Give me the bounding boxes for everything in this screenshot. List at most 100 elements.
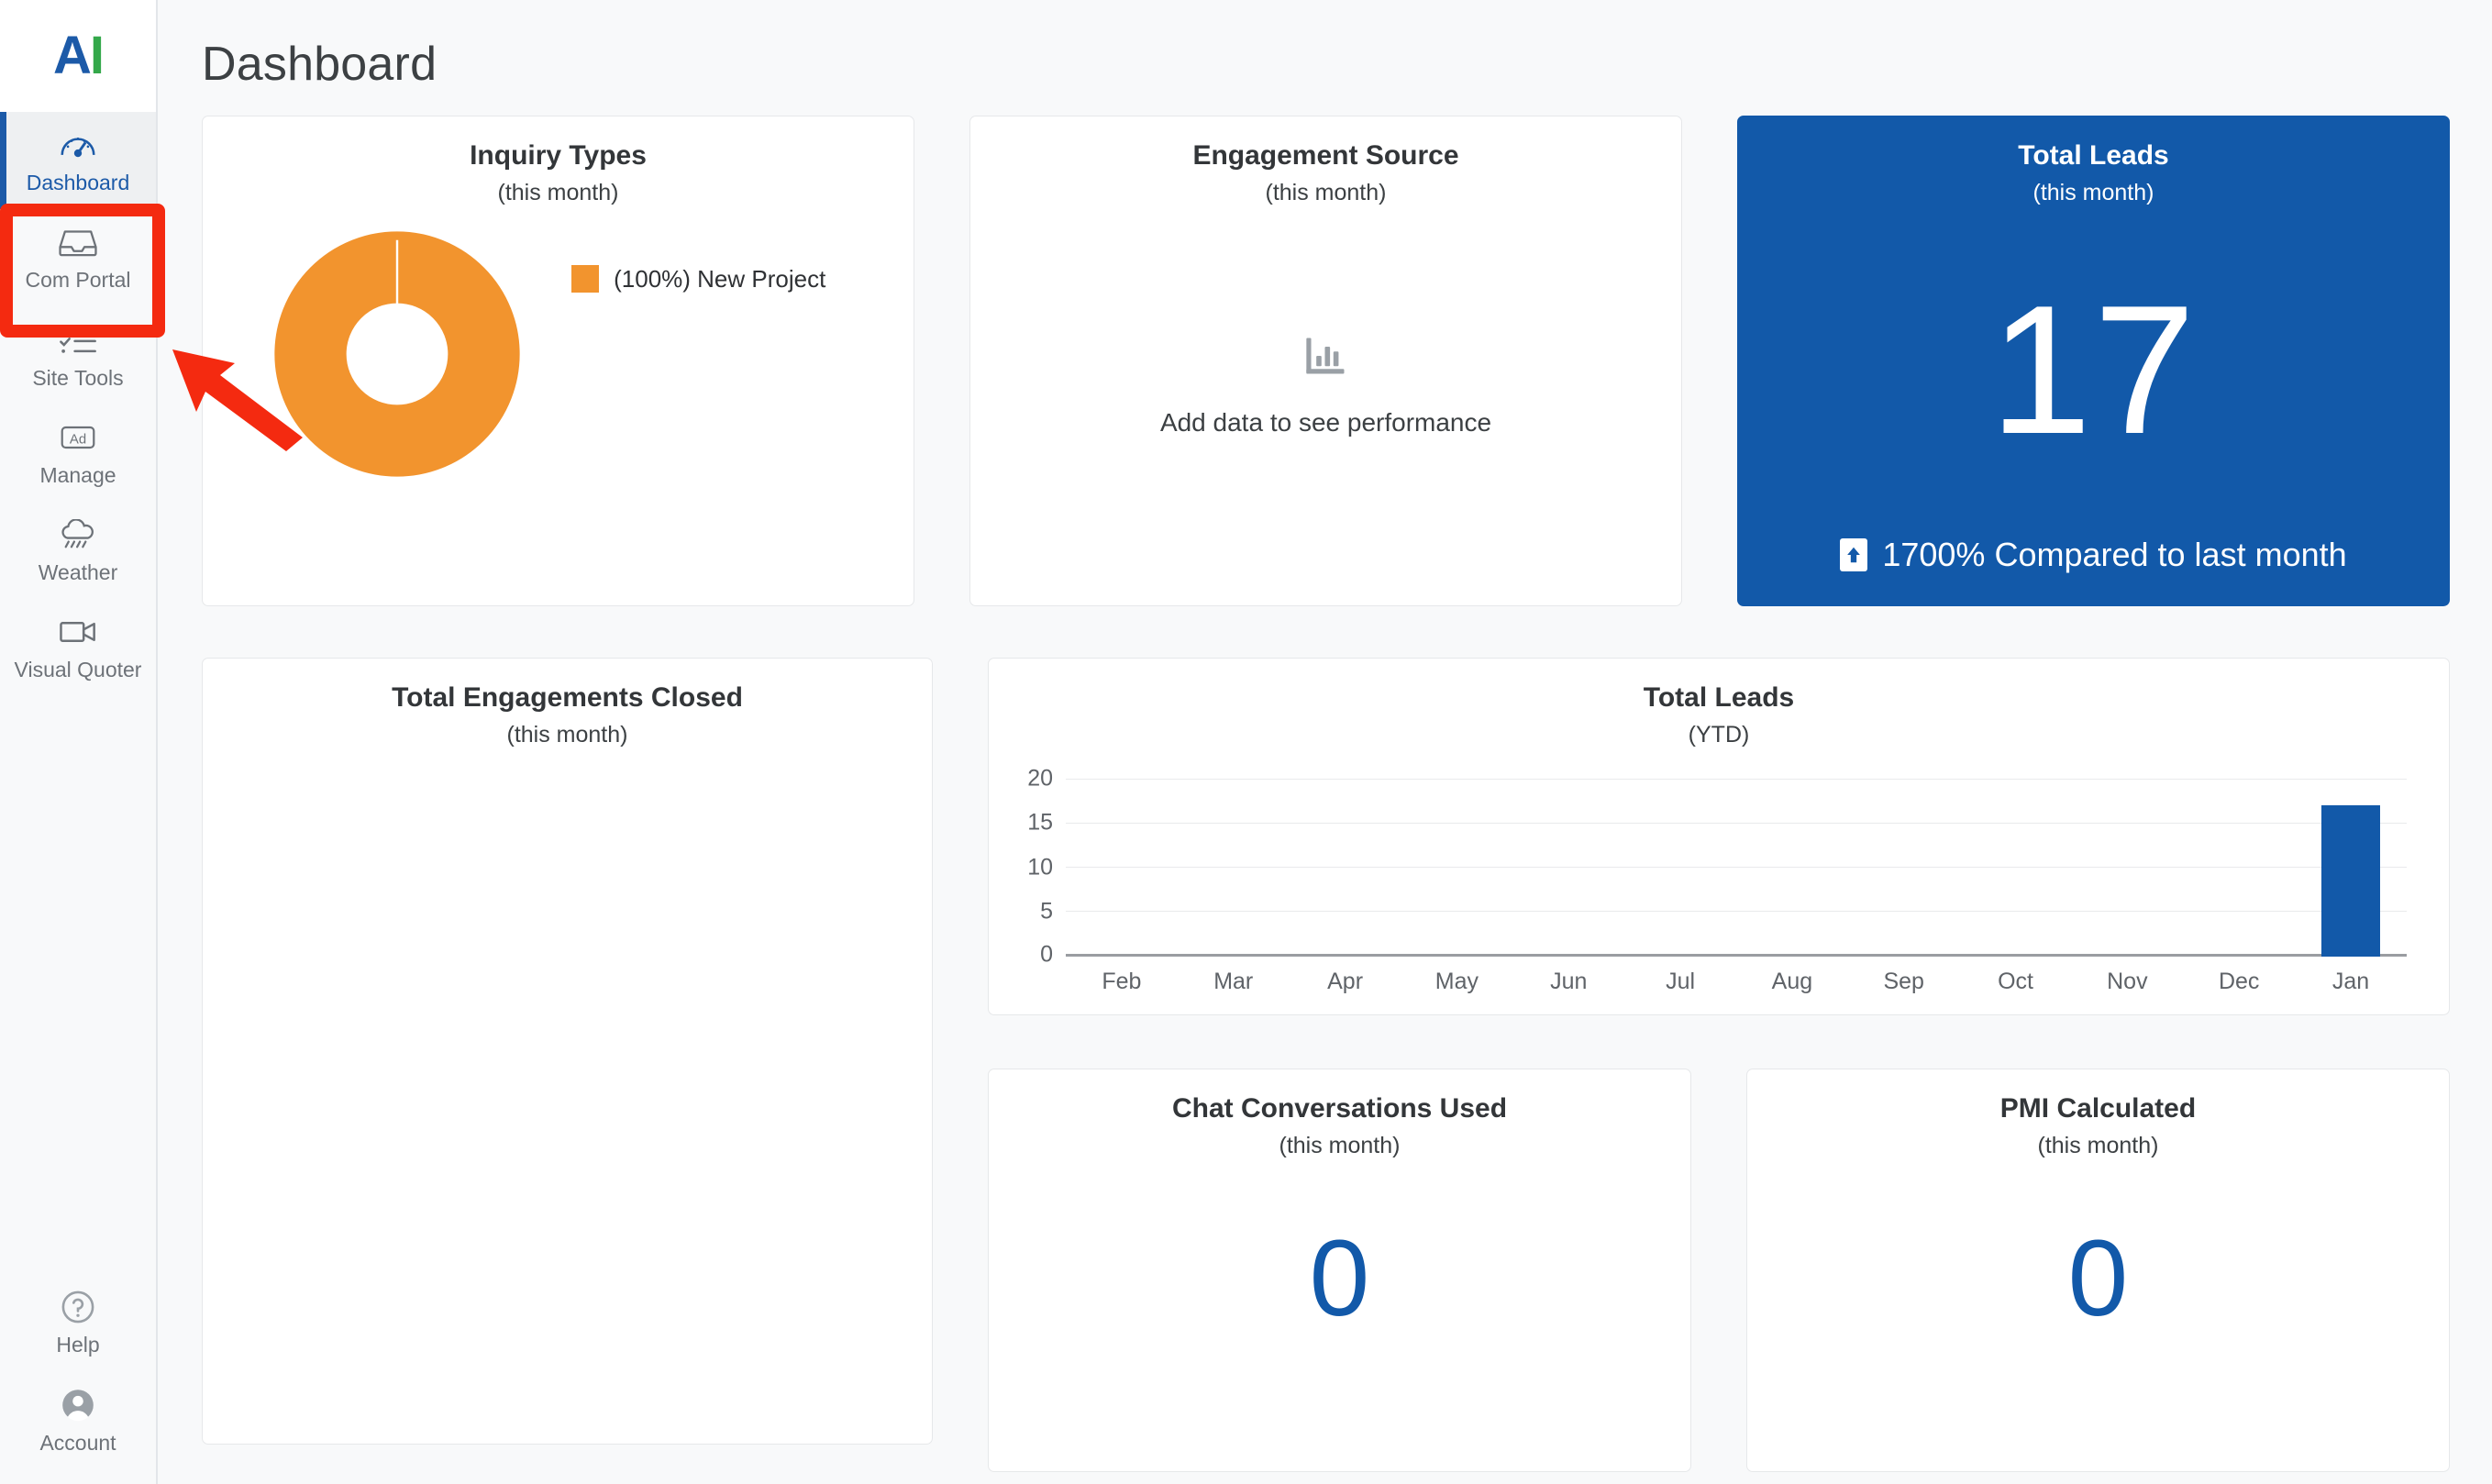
small-kpi-row: Chat Conversations Used (this month) 0 P… [988,1069,2450,1472]
sidebar-item-label: Account [39,1430,116,1455]
bar-chart-icon [1302,332,1350,384]
sidebar-item-label: Site Tools [32,365,124,390]
chart-bar-slot [2295,780,2407,957]
sidebar-item-label: Manage [39,462,116,487]
chart-x-tick-label: Feb [1102,968,1142,994]
sidebar-item-label: Help [56,1333,100,1357]
chart-bar-slot [1512,780,1624,957]
card-title: Total Leads [2018,140,2169,171]
chat-conversations-value: 0 [1309,1217,1370,1339]
card-title: Total Leads [1643,682,1795,713]
chart-x-tick-label: Mar [1213,968,1254,994]
chart-bar-slot [2071,780,2183,957]
chart-bar-slot [1960,780,2072,957]
user-circle-icon [59,1385,97,1425]
card-total-leads-kpi: Total Leads (this month) 17 1700% Compar… [1737,116,2450,606]
sidebar-item-site-tools[interactable]: Site Tools [0,307,156,404]
card-chat-conversations-used: Chat Conversations Used (this month) 0 [988,1069,1691,1472]
chart-y-tick-label: 15 [1027,809,1053,836]
card-total-leads-ytd: Total Leads (YTD) 0 5 10 15 20 Feb Mar Apr May J… [988,658,2450,1015]
app-logo[interactable]: AI [0,0,156,112]
chart-y-tick-label: 0 [1040,941,1053,968]
card-subtitle: (this month) [2032,179,2154,205]
sidebar-item-label: Dashboard [26,171,130,194]
chart-x-tick-label: Aug [1771,968,1813,994]
sidebar-bottom-group: Help Account [0,1274,156,1484]
svg-text:Ad: Ad [70,431,86,447]
chart-bar-slot [1848,780,1960,957]
chart-y-tick-label: 20 [1027,765,1053,792]
total-leads-bar-chart[interactable]: 0 5 10 15 20 Feb Mar Apr May Jun Jul Aug Sep Oct Nov D… [1009,766,2416,995]
logo-letter-a: A [52,26,92,85]
chart-x-tick-label: May [1434,968,1479,994]
right-column: Total Leads (YTD) 0 5 10 15 20 Feb Mar Apr May J… [988,658,2450,1472]
checklist-icon [58,320,98,360]
top-card-row: Inquiry Types (this month) (100%) New Pr… [202,116,2450,606]
sidebar-item-label: Com Portal [25,268,131,293]
page-title: Dashboard [202,38,437,91]
logo-letter-i: I [89,26,105,85]
chart-bar-slot [1624,780,1736,957]
ad-icon: Ad [58,417,98,458]
chart-x-axis-labels: Feb Mar Apr May Jun Jul Aug Sep Oct Nov Dec Jan [1066,969,2407,995]
card-title: PMI Calculated [1999,1093,2197,1124]
engagement-source-empty-state: Add data to see performance [991,206,1661,564]
chart-x-tick-label: Jun [1550,968,1588,994]
chart-bar-slot [1178,780,1290,957]
legend-label-new-project: (100%) New Project [614,264,826,293]
inbox-icon [57,222,99,262]
card-subtitle: (this month) [2037,1132,2159,1158]
sidebar-item-manage[interactable]: Ad Manage [0,404,156,502]
sidebar-item-account[interactable]: Account [0,1372,156,1469]
chart-x-tick-label: Apr [1327,968,1364,994]
chart-y-tick-label: 10 [1027,854,1053,880]
chart-y-tick-label: 5 [1040,898,1053,925]
chart-bar-slot [2183,780,2295,957]
sidebar-item-label: Visual Quoter [14,658,142,682]
card-subtitle: (this month) [506,721,628,748]
sidebar-item-visual-quoter[interactable]: Visual Quoter [0,599,156,696]
sidebar-item-com-portal[interactable]: Com Portal [0,209,156,306]
chart-bar-jan[interactable] [2321,805,2380,957]
chart-x-tick-label: Oct [1998,968,2033,994]
main-content: Dashboard Inquiry Types (this month) (10 [158,0,2492,1484]
pmi-calculated-value: 0 [2067,1217,2129,1339]
chart-bar-slot [1290,780,1401,957]
card-title: Inquiry Types [470,140,647,171]
card-subtitle: (this month) [497,179,619,205]
chart-plot-area: 0 5 10 15 20 [1027,766,2407,968]
total-leads-delta: 1700% Compared to last month [1758,536,2429,574]
chart-bars [1066,780,2407,957]
dashboard-app: AI Dashboard Com Portal Site Tools Ad Ma… [0,0,2492,1484]
chart-bar-slot [1401,780,1512,957]
inquiry-types-donut-chart[interactable] [223,230,571,478]
card-pmi-calculated: PMI Calculated (this month) 0 [1746,1069,2450,1472]
gauge-icon [58,125,98,165]
total-leads-delta-text: 1700% Compared to last month [1882,536,2347,573]
video-camera-icon [57,612,99,652]
sidebar: AI Dashboard Com Portal Site Tools Ad Ma… [0,0,158,1484]
empty-state-text: Add data to see performance [1159,408,1492,437]
chart-x-tick-label: Jul [1666,968,1696,994]
rain-cloud-icon [57,515,99,555]
question-circle-icon [59,1287,97,1327]
card-title: Chat Conversations Used [1171,1093,1508,1124]
donut-legend: (100%) New Project [571,230,893,293]
sidebar-item-dashboard[interactable]: Dashboard [0,112,156,210]
bottom-card-grid: Total Engagements Closed (this month) To… [202,658,2450,1472]
sidebar-item-label: Weather [38,560,118,585]
sidebar-item-help[interactable]: Help [0,1274,156,1371]
sidebar-item-weather[interactable]: Weather [0,502,156,599]
card-subtitle: (YTD) [1688,721,1750,748]
legend-swatch-new-project [571,265,600,293]
chart-x-tick-label: Nov [2107,968,2148,994]
card-engagement-source: Engagement Source (this month) Add data … [969,116,1682,606]
card-title: Engagement Source [1192,140,1459,171]
chart-x-tick-label: Dec [2218,968,2260,994]
chart-x-tick-label: Sep [1883,968,1924,994]
card-subtitle: (this month) [1265,179,1387,205]
chart-bar-slot [1736,780,1848,957]
chart-x-tick-label: Jan [2331,968,2370,994]
card-subtitle: (this month) [1279,1132,1401,1158]
